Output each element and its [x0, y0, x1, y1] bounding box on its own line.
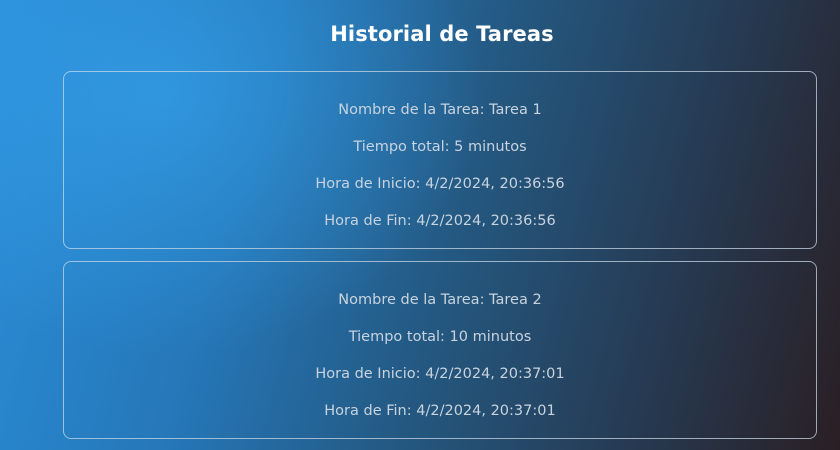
page-title: Historial de Tareas — [330, 22, 554, 46]
task-start-time: Hora de Inicio: 4/2/2024, 20:36:56 — [315, 176, 565, 192]
task-card: Nombre de la Tarea: Tarea 2 Tiempo total… — [63, 261, 817, 439]
task-start-time: Hora de Inicio: 4/2/2024, 20:37:01 — [315, 366, 565, 382]
task-total-time: Tiempo total: 10 minutos — [348, 329, 532, 345]
task-history-page: Historial de Tareas Nombre de la Tarea: … — [0, 0, 840, 450]
task-total-time: Tiempo total: 5 minutos — [353, 139, 527, 155]
task-card: Nombre de la Tarea: Tarea 1 Tiempo total… — [63, 71, 817, 249]
task-end-time: Hora de Fin: 4/2/2024, 20:37:01 — [324, 403, 556, 419]
task-end-time: Hora de Fin: 4/2/2024, 20:36:56 — [324, 213, 556, 229]
task-name: Nombre de la Tarea: Tarea 2 — [338, 292, 542, 308]
task-name: Nombre de la Tarea: Tarea 1 — [338, 102, 542, 118]
